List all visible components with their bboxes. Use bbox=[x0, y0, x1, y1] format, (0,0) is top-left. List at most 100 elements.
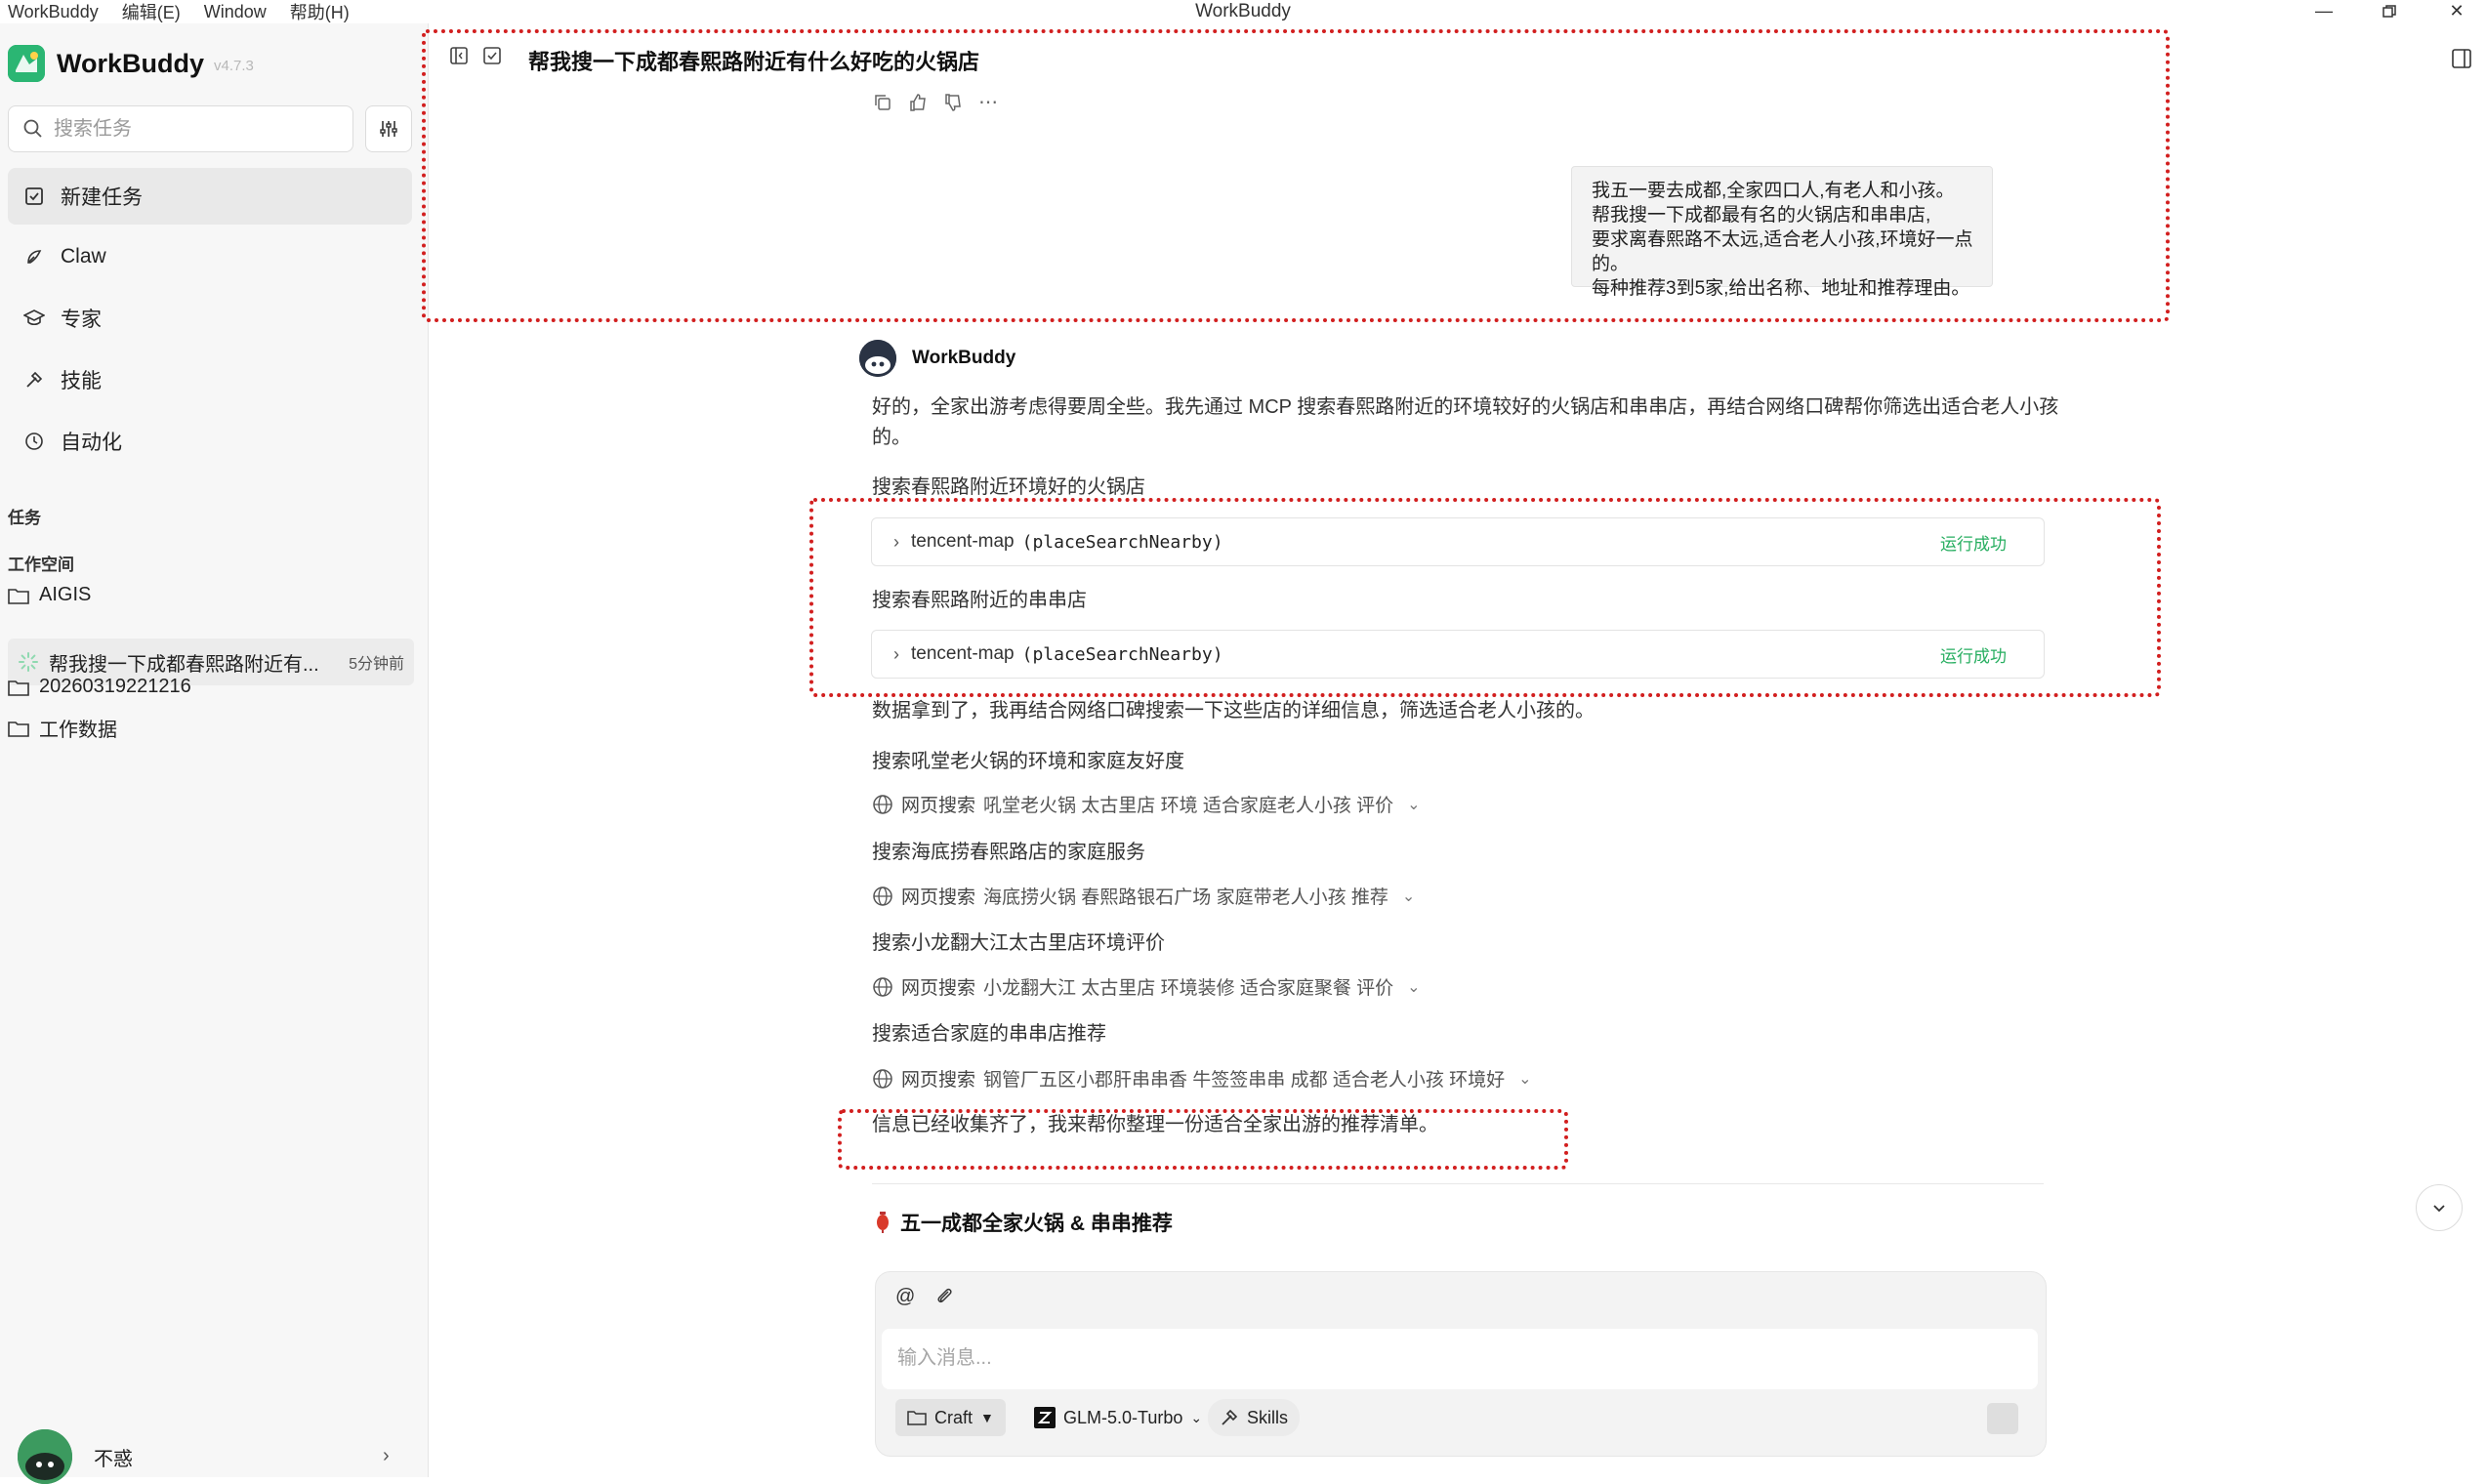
tasks-section-label: 任务 bbox=[8, 509, 41, 527]
web-search-query: 吼堂老火锅 太古里店 环境 适合家庭老人小孩 评价 bbox=[983, 796, 1394, 816]
bot-name: WorkBuddy bbox=[912, 348, 1016, 368]
nav-new-task[interactable]: 新建任务 bbox=[8, 168, 412, 225]
scroll-down-button[interactable] bbox=[2416, 1184, 2463, 1231]
mention-icon[interactable]: @ bbox=[895, 1286, 915, 1308]
mode-selector[interactable]: Craft ▼ bbox=[895, 1399, 1006, 1436]
nav-label: 自动化 bbox=[61, 432, 122, 454]
folder-label: 工作数据 bbox=[39, 720, 117, 741]
composer-tools: @ bbox=[895, 1286, 954, 1308]
nav-automation[interactable]: 自动化 bbox=[8, 413, 412, 470]
bot-intro-line: 的。 bbox=[872, 427, 911, 448]
nav-claw[interactable]: Claw bbox=[8, 228, 412, 285]
bot-intro: 好的，全家出游考虑得要周全些。我先通过 MCP 搜索春熙路附近的环境较好的火锅店… bbox=[872, 392, 2058, 453]
nav-label: 专家 bbox=[61, 309, 102, 331]
current-task-label: 帮我搜一下成都春熙路附近有... bbox=[49, 653, 319, 676]
bot-avatar bbox=[859, 340, 896, 377]
tools-icon bbox=[21, 370, 47, 390]
globe-icon bbox=[873, 1068, 892, 1089]
web-search-row[interactable]: 网页搜索 小龙翻大江 太古里店 环境装修 适合家庭聚餐 评价 ⌄ bbox=[872, 973, 1421, 1000]
folder-icon bbox=[907, 1411, 927, 1425]
nav-label: 技能 bbox=[61, 370, 102, 392]
web-search-label: 网页搜索 bbox=[901, 887, 976, 908]
bot-intro-line: 好的，全家出游考虑得要周全些。我先通过 MCP 搜索春熙路附近的环境较好的火锅店… bbox=[872, 396, 2059, 418]
bot-followup: 数据拿到了，我再结合网络口碑搜索一下这些店的详细信息，筛选适合老人小孩的。 bbox=[872, 700, 1595, 721]
lantern-icon bbox=[877, 1212, 889, 1233]
web-search-label: 网页搜索 bbox=[901, 796, 976, 816]
workbuddy-logo-icon bbox=[8, 45, 45, 82]
filter-button[interactable] bbox=[365, 105, 412, 152]
user-profile[interactable]: 不惑 bbox=[18, 1429, 133, 1484]
brand-name: WorkBuddy bbox=[57, 48, 205, 78]
folder-icon bbox=[8, 588, 29, 604]
search-step-title: 搜索小龙翻大江太古里店环境评价 bbox=[872, 932, 1165, 954]
panel-toggle-icon[interactable] bbox=[2451, 48, 2472, 69]
annotation-box bbox=[809, 498, 2161, 697]
skills-button[interactable]: Skills bbox=[1208, 1399, 1301, 1436]
sliders-icon bbox=[380, 121, 397, 137]
folder-item[interactable]: 20260319221216 bbox=[8, 676, 191, 698]
annotation-box bbox=[838, 1109, 1568, 1170]
recommendation-title-text: 五一成都全家火锅 & 串串推荐 bbox=[900, 1213, 1173, 1235]
nav-skills[interactable]: 技能 bbox=[8, 351, 412, 408]
chevron-down-icon: ⌄ bbox=[1401, 887, 1416, 905]
search-input[interactable] bbox=[52, 116, 329, 142]
globe-icon bbox=[873, 794, 892, 814]
user-name: 不惑 bbox=[94, 1448, 133, 1470]
chevron-down-icon: ⌄ bbox=[1407, 978, 1421, 996]
close-icon[interactable]: ✕ bbox=[2437, 0, 2476, 23]
avatar bbox=[18, 1429, 72, 1484]
claw-icon bbox=[21, 247, 47, 267]
skills-label: Skills bbox=[1247, 1407, 1289, 1427]
maximize-icon[interactable] bbox=[2370, 0, 2409, 23]
nav-label: Claw bbox=[61, 245, 106, 268]
web-search-row[interactable]: 网页搜索 钢管厂五区小郡肝串串香 牛签签串串 成都 适合老人小孩 环境好 ⌄ bbox=[872, 1065, 1532, 1092]
web-search-row[interactable]: 网页搜索 吼堂老火锅 太古里店 环境 适合家庭老人小孩 评价 ⌄ bbox=[872, 791, 1421, 817]
web-search-query: 钢管厂五区小郡肝串串香 牛签签串串 成都 适合老人小孩 环境好 bbox=[983, 1070, 1506, 1091]
message-composer: @ Craft ▼ GLM-5.0-Turbo ⌄ Skills bbox=[875, 1271, 2047, 1457]
search-icon bbox=[23, 119, 42, 138]
message-input-box[interactable] bbox=[882, 1329, 2038, 1389]
recommendation-title: 五一成都全家火锅 & 串串推荐 bbox=[875, 1208, 1173, 1237]
graduation-cap-icon bbox=[21, 309, 47, 328]
nav-label: 新建任务 bbox=[61, 186, 143, 209]
version-label: v4.7.3 bbox=[214, 57, 254, 74]
workspace-section-label: 工作空间 bbox=[8, 556, 74, 574]
sidebar: WorkBuddy v4.7.3 新建任务 Claw 专家 技能 自动化 任务 … bbox=[0, 23, 429, 1484]
title-bar: WorkBuddy 编辑(E) Window 帮助(H) WorkBuddy —… bbox=[0, 0, 2486, 23]
globe-icon bbox=[873, 976, 892, 997]
search-step-title: 搜索海底捞春熙路店的家庭服务 bbox=[872, 842, 1145, 863]
nav-expert[interactable]: 专家 bbox=[8, 290, 412, 347]
clock-icon bbox=[21, 432, 47, 451]
search-step-title: 搜索吼堂老火锅的环境和家庭友好度 bbox=[872, 751, 1184, 772]
message-input[interactable] bbox=[895, 1346, 1973, 1371]
zhipu-logo-icon bbox=[1034, 1407, 1056, 1428]
folder-item[interactable]: 工作数据 bbox=[8, 714, 117, 742]
web-search-query: 小龙翻大江 太古里店 环境装修 适合家庭聚餐 评价 bbox=[983, 978, 1394, 999]
send-button[interactable] bbox=[1987, 1403, 2018, 1434]
task-time: 5分钟前 bbox=[349, 656, 404, 673]
model-selector[interactable]: GLM-5.0-Turbo ⌄ bbox=[1022, 1399, 1214, 1436]
chevron-down-icon bbox=[2433, 1205, 2445, 1213]
search-step-title: 搜索适合家庭的串串店推荐 bbox=[872, 1023, 1106, 1045]
mode-label: Craft bbox=[934, 1407, 974, 1427]
globe-icon bbox=[873, 886, 892, 906]
brand: WorkBuddy v4.7.3 bbox=[8, 45, 254, 82]
chevron-down-icon: ⌄ bbox=[1407, 796, 1421, 813]
web-search-query: 海底捞火锅 春熙路银石广场 家庭带老人小孩 推荐 bbox=[983, 887, 1388, 908]
chevron-right-icon[interactable]: › bbox=[383, 1445, 390, 1467]
new-task-icon bbox=[21, 186, 47, 206]
search-box[interactable] bbox=[8, 105, 353, 152]
divider bbox=[872, 1183, 2044, 1184]
paperclip-icon[interactable] bbox=[934, 1286, 954, 1305]
annotation-box bbox=[422, 29, 2170, 322]
web-search-row[interactable]: 网页搜索 海底捞火锅 春熙路银石广场 家庭带老人小孩 推荐 ⌄ bbox=[872, 883, 1415, 909]
model-label: GLM-5.0-Turbo bbox=[1063, 1407, 1183, 1427]
window-title: WorkBuddy bbox=[1195, 1, 1291, 21]
folder-icon bbox=[8, 721, 29, 737]
web-search-label: 网页搜索 bbox=[901, 1070, 976, 1091]
folder-label: 20260319221216 bbox=[39, 676, 191, 697]
workspace-folder[interactable]: AIGIS bbox=[8, 584, 91, 606]
folder-icon bbox=[8, 680, 29, 696]
chevron-down-icon: ⌄ bbox=[1518, 1070, 1532, 1088]
minimize-icon[interactable]: — bbox=[2304, 0, 2343, 23]
